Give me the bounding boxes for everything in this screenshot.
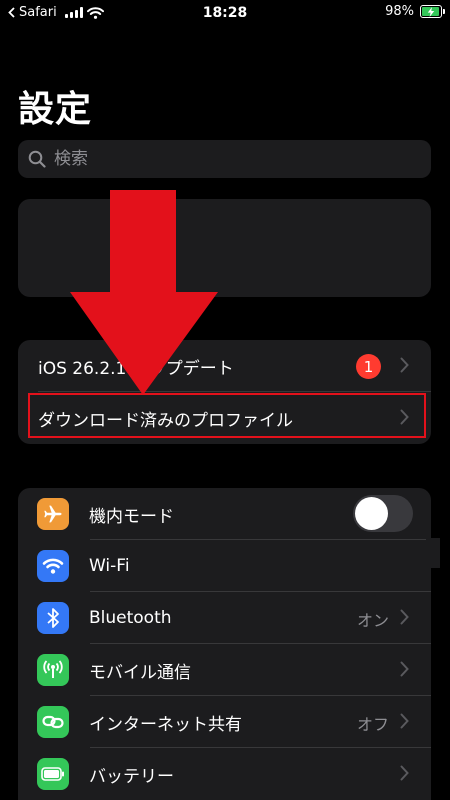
personal-hotspot-value: オフ xyxy=(356,715,389,734)
personal-hotspot-row[interactable]: インターネット共有 オフ xyxy=(18,696,431,748)
antenna-icon xyxy=(37,654,69,686)
battery-percent: 98% xyxy=(385,4,414,19)
search-bar[interactable] xyxy=(18,140,431,178)
chevron-right-icon xyxy=(400,661,409,677)
bluetooth-value: オン xyxy=(356,611,389,630)
chevron-right-icon xyxy=(400,713,409,729)
annotation-arrow-icon xyxy=(70,190,218,395)
battery-setting-icon xyxy=(37,758,69,790)
toggle-knob xyxy=(355,497,388,530)
settings-group: 機内モード Wi-Fi Bluetooth オン モバイル通信 インターネット共… xyxy=(18,488,431,800)
battery-label: バッテリー xyxy=(89,766,174,787)
link-icon xyxy=(37,706,69,738)
charging-bolt-icon xyxy=(427,6,435,17)
status-bar: Safari 18:28 98% xyxy=(0,0,450,26)
battery-icon xyxy=(420,5,445,18)
bluetooth-label: Bluetooth xyxy=(89,608,172,628)
search-icon xyxy=(28,150,46,168)
airplane-icon xyxy=(37,498,69,530)
airplane-mode-row[interactable]: 機内モード xyxy=(18,488,431,540)
search-input[interactable] xyxy=(52,148,396,170)
wifi-row[interactable]: Wi-Fi xyxy=(18,540,431,592)
mobile-data-label: モバイル通信 xyxy=(89,662,191,683)
downloaded-profile-label: ダウンロード済みのプロファイル xyxy=(38,410,293,431)
airplane-mode-label: 機内モード xyxy=(89,506,174,527)
bluetooth-icon xyxy=(37,602,69,634)
page-title: 設定 xyxy=(18,89,93,130)
mobile-data-row[interactable]: モバイル通信 xyxy=(18,644,431,696)
airplane-mode-toggle[interactable] xyxy=(353,495,413,532)
overlay-fragment xyxy=(426,538,440,568)
chevron-right-icon xyxy=(400,357,409,373)
chevron-right-icon xyxy=(400,765,409,781)
update-badge: 1 xyxy=(356,354,381,379)
status-time: 18:28 xyxy=(202,5,248,21)
wifi-label: Wi-Fi xyxy=(89,556,130,576)
personal-hotspot-label: インターネット共有 xyxy=(89,714,242,735)
battery-row[interactable]: バッテリー xyxy=(18,748,431,800)
chevron-right-icon xyxy=(400,609,409,625)
downloaded-profile-row[interactable]: ダウンロード済みのプロファイル xyxy=(18,392,431,444)
chevron-right-icon xyxy=(400,409,409,425)
wifi-icon xyxy=(37,550,69,582)
bluetooth-row[interactable]: Bluetooth オン xyxy=(18,592,431,644)
